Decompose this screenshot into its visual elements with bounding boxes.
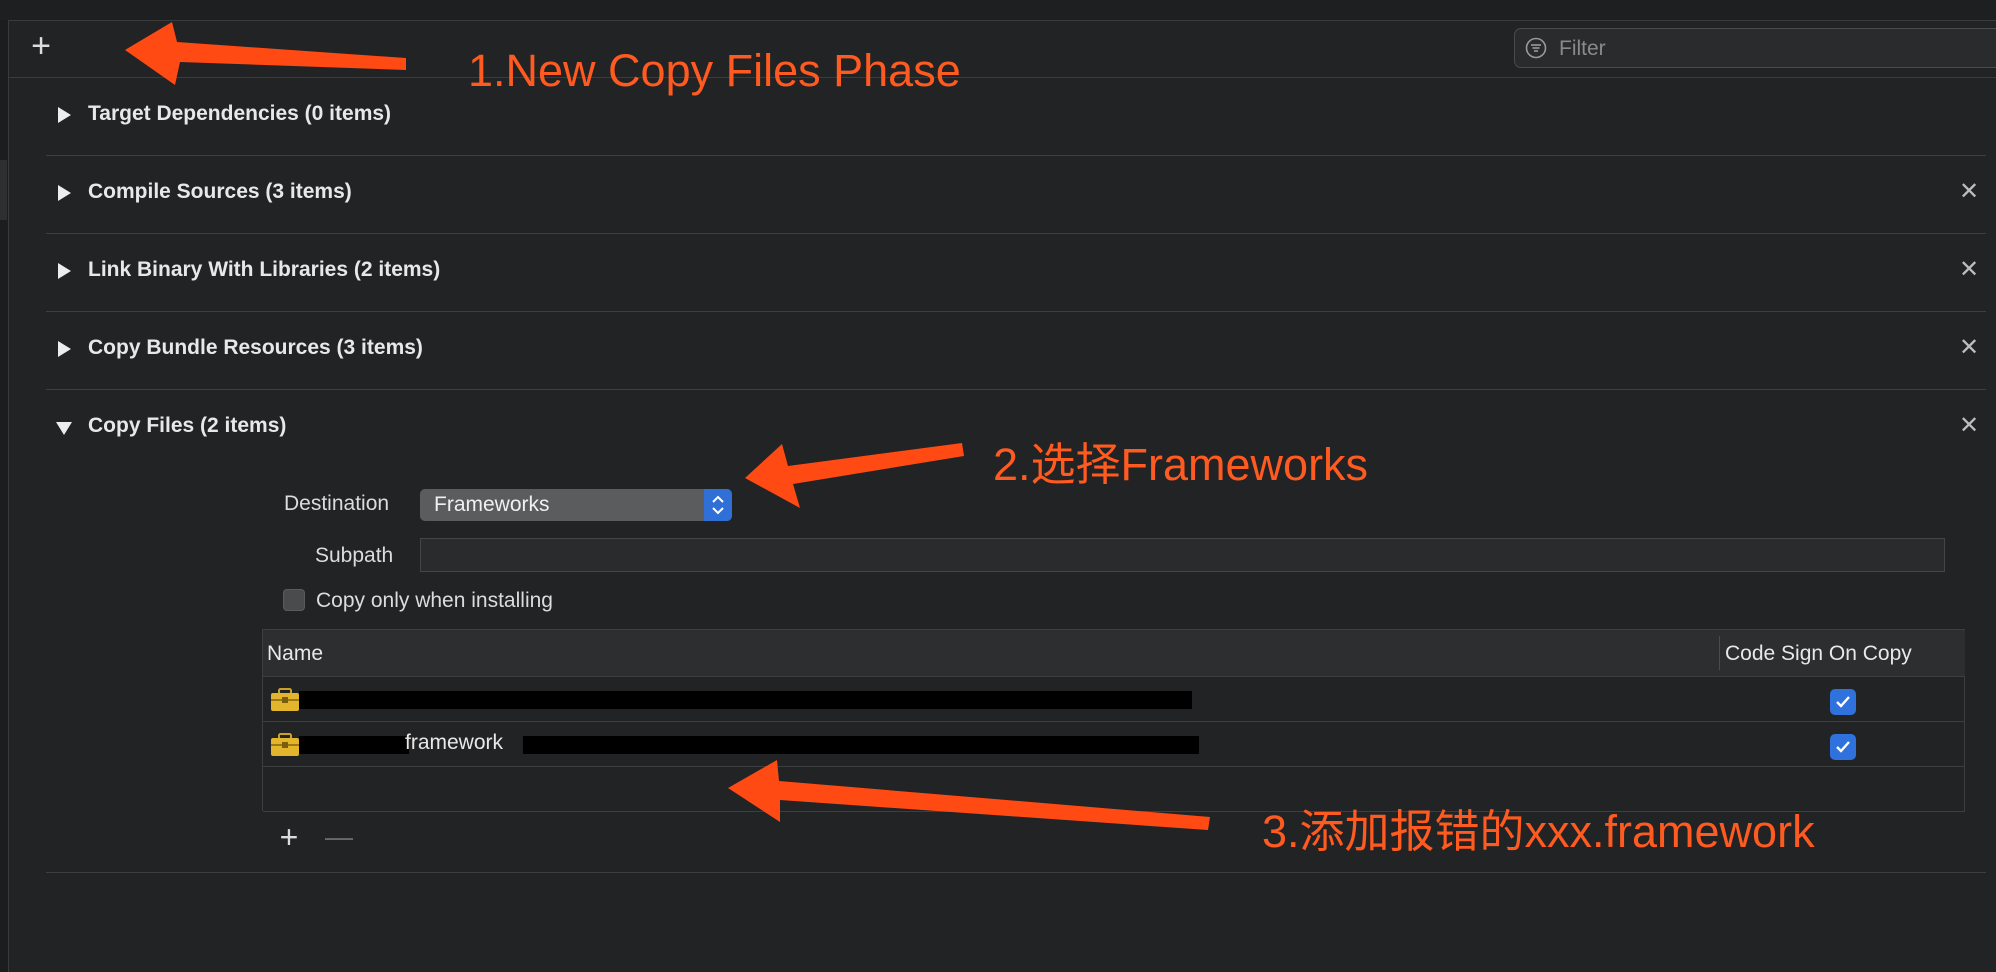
annotation-step-3: 3.添加报错的xxx.framework bbox=[1262, 806, 1815, 857]
annotation-step-1: 1.New Copy Files Phase bbox=[468, 45, 961, 96]
annotation-arrow-3-icon bbox=[728, 760, 1210, 830]
annotation-arrow-1-icon bbox=[125, 22, 406, 85]
annotation-arrow-2-icon bbox=[745, 443, 964, 508]
annotation-step-2: 2.选择Frameworks bbox=[993, 439, 1369, 490]
